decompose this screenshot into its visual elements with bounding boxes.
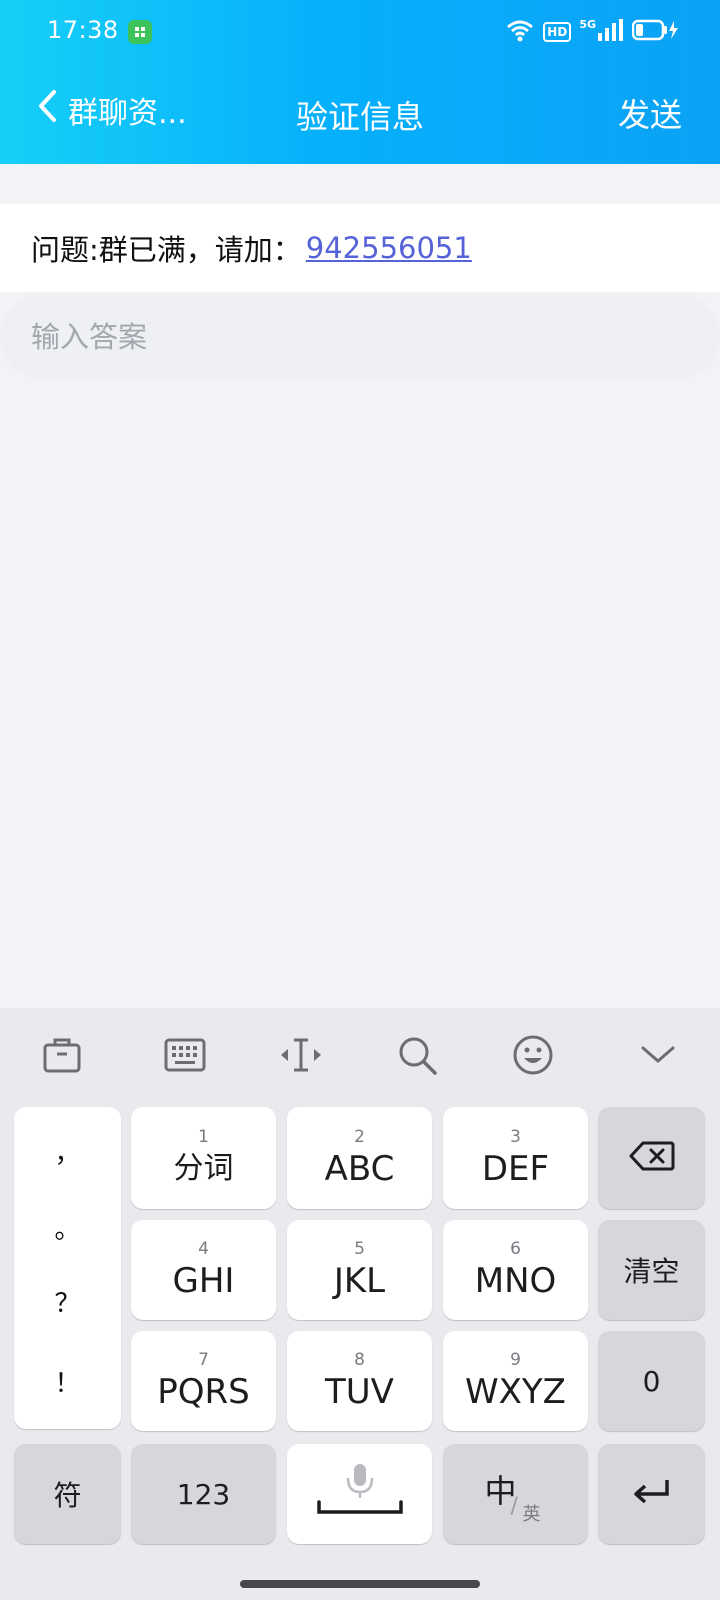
key-label: MNO — [474, 1261, 557, 1301]
language-switch-key[interactable]: 中 / 英 — [443, 1444, 588, 1544]
punct-period[interactable]: 。 — [14, 1209, 121, 1246]
battery-icon — [631, 19, 680, 45]
language-switch-glyph: 中 / 英 — [481, 1464, 551, 1525]
answer-input[interactable] — [0, 294, 720, 380]
enter-icon — [631, 1477, 673, 1511]
punct-comma[interactable]: ， — [14, 1133, 121, 1170]
send-button[interactable]: 发送 — [618, 90, 682, 136]
backspace-key[interactable] — [598, 1107, 705, 1209]
key-2[interactable]: 2 ABC — [287, 1107, 432, 1209]
key-label: TUV — [325, 1372, 394, 1412]
key-9[interactable]: 9 WXYZ — [443, 1331, 588, 1431]
keyboard-icon[interactable] — [160, 1030, 210, 1080]
punctuation-column: ， 。 ？ ！ — [14, 1107, 121, 1429]
signal-icon — [598, 19, 624, 45]
network-type: 5G — [579, 17, 596, 31]
key-5[interactable]: 5 JKL — [287, 1220, 432, 1320]
cursor-icon[interactable] — [276, 1030, 326, 1080]
key-number: 8 — [354, 1350, 365, 1370]
key-number: 4 — [198, 1239, 209, 1259]
top-bar: 17:38 HD 5G 群聊资... 验证信息 发送 — [0, 0, 720, 164]
microphone-icon — [315, 1462, 405, 1526]
wifi-icon — [505, 18, 535, 46]
keyboard: ， 。 ？ ！ 1 分词 2 ABC 3 DEF 4 GHI 5 JKL 6 M… — [0, 1008, 720, 1600]
numeric-label: 123 — [176, 1477, 231, 1511]
language-sub: 英 — [522, 1504, 541, 1525]
key-number: 3 — [510, 1127, 521, 1147]
key-label: GHI — [172, 1261, 235, 1301]
key-number: 5 — [354, 1239, 365, 1259]
key-1[interactable]: 1 分词 — [131, 1107, 276, 1209]
numeric-key[interactable]: 123 — [131, 1444, 276, 1544]
status-time: 17:38 — [47, 16, 119, 44]
key-label: JKL — [333, 1261, 386, 1301]
key-number: 1 — [198, 1127, 209, 1147]
page-title: 验证信息 — [295, 98, 424, 136]
status-icons: HD 5G — [505, 18, 680, 46]
key-3[interactable]: 3 DEF — [443, 1107, 588, 1209]
key-label: 分词 — [173, 1151, 234, 1186]
question-text: 问题:群已满，请加： — [31, 233, 302, 267]
clear-key[interactable]: 清空 — [598, 1220, 705, 1320]
home-indicator[interactable] — [240, 1580, 480, 1588]
symbol-key[interactable]: 符 — [14, 1444, 121, 1544]
emoji-icon[interactable] — [508, 1030, 558, 1080]
hd-badge: HD — [543, 22, 572, 42]
punct-exclaim[interactable]: ！ — [14, 1363, 121, 1400]
key-label: WXYZ — [465, 1372, 566, 1412]
question-row: 问题:群已满，请加： 942556051 — [0, 204, 720, 292]
question-link[interactable]: 942556051 — [306, 231, 472, 265]
key-number: 9 — [510, 1350, 521, 1370]
key-label: PQRS — [157, 1372, 250, 1412]
space-voice-key[interactable] — [287, 1444, 432, 1544]
key-number: 2 — [354, 1127, 365, 1147]
key-label: ABC — [324, 1149, 395, 1189]
enter-key[interactable] — [598, 1444, 705, 1544]
symbol-label: 符 — [53, 1479, 82, 1512]
key-6[interactable]: 6 MNO — [443, 1220, 588, 1320]
zero-label: 0 — [642, 1364, 661, 1398]
search-icon[interactable] — [392, 1030, 442, 1080]
toolbox-icon[interactable] — [37, 1030, 87, 1080]
collapse-keyboard-icon[interactable] — [633, 1030, 683, 1080]
key-label: DEF — [481, 1149, 550, 1189]
key-7[interactable]: 7 PQRS — [131, 1331, 276, 1431]
key-8[interactable]: 8 TUV — [287, 1331, 432, 1431]
zero-key[interactable]: 0 — [598, 1331, 705, 1431]
key-4[interactable]: 4 GHI — [131, 1220, 276, 1320]
clear-label: 清空 — [623, 1255, 680, 1288]
app-notification-icon — [128, 20, 152, 44]
key-number: 7 — [198, 1350, 209, 1370]
keyboard-toolbar — [0, 1008, 720, 1104]
backspace-icon — [629, 1141, 675, 1175]
punct-question[interactable]: ？ — [14, 1283, 121, 1320]
key-number: 6 — [510, 1239, 521, 1259]
